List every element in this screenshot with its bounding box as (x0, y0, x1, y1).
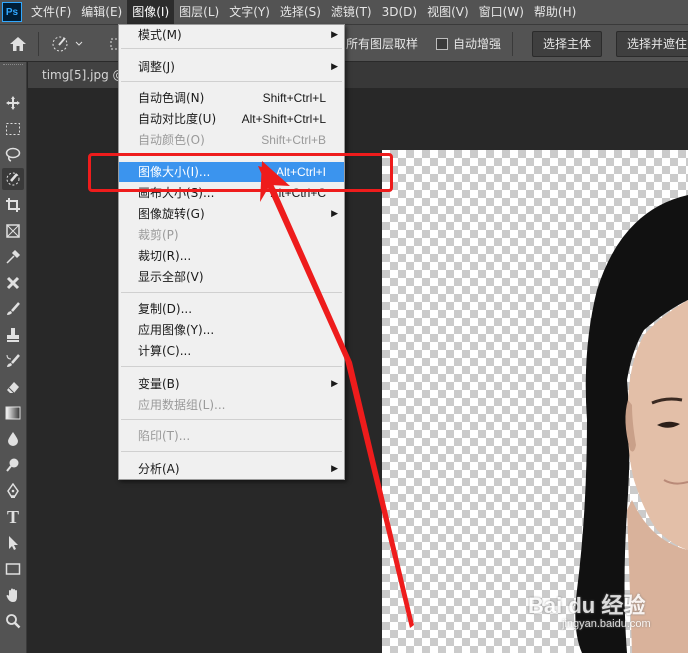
annotation-arrow-shaft (258, 166, 414, 628)
annotation-arrow (258, 161, 414, 628)
